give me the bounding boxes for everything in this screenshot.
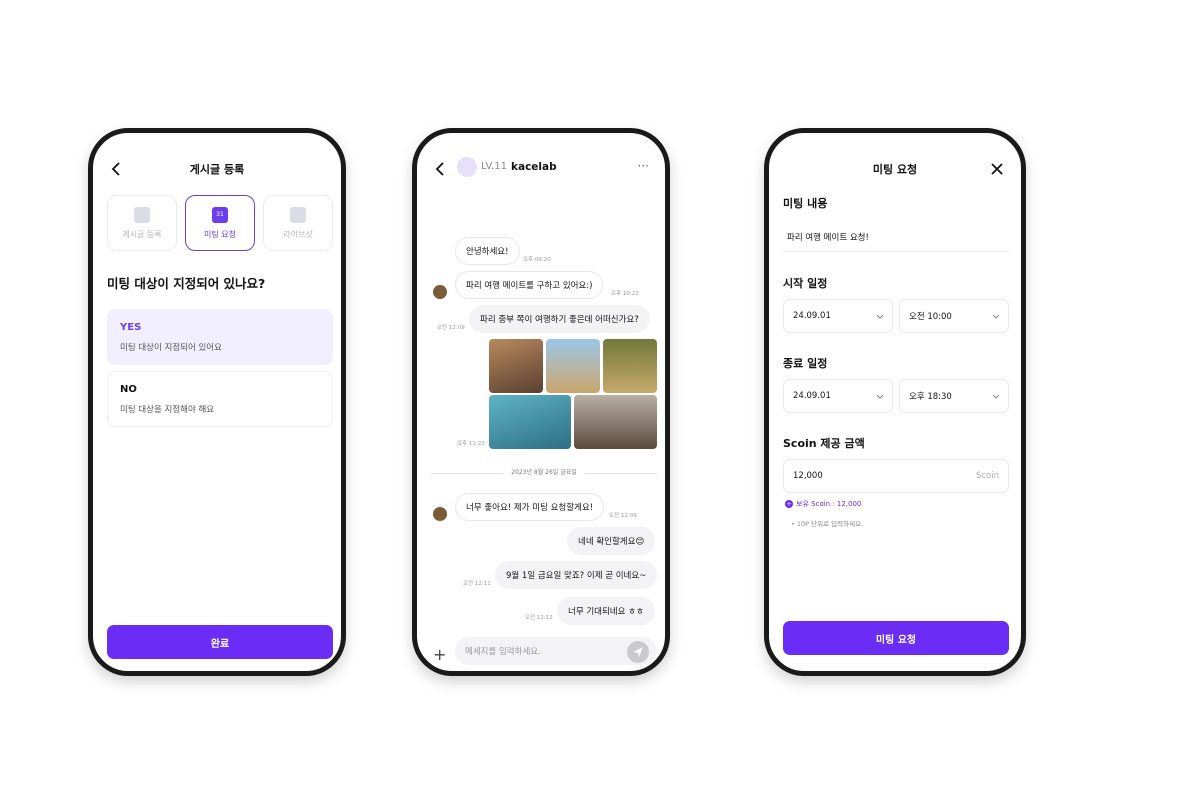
phone-meeting-request: 미팅 요청 미팅 내용 파리 여행 메이트 요청! 시작 일정 24.09.01…	[764, 128, 1026, 676]
end-time-select[interactable]: 오후 18:30	[899, 379, 1009, 413]
edit-icon	[134, 206, 150, 223]
page-title: 미팅 요청	[872, 163, 918, 176]
avatar[interactable]	[457, 157, 477, 177]
page-title: 게시글 등록	[189, 163, 245, 176]
option-no[interactable]: NO 미팅 대상을 지정해야 해요	[107, 371, 333, 427]
option-title: NO	[120, 384, 137, 395]
option-desc: 미팅 대상이 지정되어 있어요	[120, 343, 222, 353]
chevron-down-icon	[876, 314, 884, 319]
scoin-input[interactable]: 12,000 Scoin	[783, 459, 1009, 493]
tab-label: 라이브샷	[283, 229, 313, 239]
question: 미팅 대상이 지정되어 있나요?	[107, 276, 266, 291]
done-button[interactable]: 완료	[107, 625, 333, 659]
photo-picnic[interactable]	[603, 339, 657, 393]
send-button[interactable]	[627, 641, 649, 663]
phone-post-register: 게시글 등록 게시글 등록 31 미팅 요청 라이브샷 미팅 대상이 지정되어 …	[88, 128, 346, 676]
back-icon[interactable]	[431, 159, 451, 179]
select-value: 24.09.01	[793, 391, 831, 401]
message-time: 오후 09:20	[523, 257, 551, 263]
scoin-unit: Scoin	[975, 471, 999, 481]
end-label: 종료 일정	[783, 357, 828, 370]
message-bubble: 너무 기대되네요 ㅎㅎ	[557, 597, 655, 625]
photo-eiffel[interactable]	[546, 339, 600, 393]
user-level: LV.11	[481, 161, 507, 172]
message-time: 오후 10:22	[611, 291, 639, 297]
tab-label: 게시글 등록	[122, 229, 162, 239]
message-bubble: 파리 중부 쪽이 여행하기 좋은데 어떠신가요?	[469, 305, 650, 333]
message-time: 오후 11:23	[457, 441, 485, 447]
divider	[783, 251, 1009, 252]
select-value: 24.09.01	[793, 311, 831, 321]
photo-traveler[interactable]	[574, 395, 657, 449]
chevron-down-icon	[876, 394, 884, 399]
type-tabs: 게시글 등록 31 미팅 요청 라이브샷	[107, 195, 333, 251]
end-date-select[interactable]: 24.09.01	[783, 379, 893, 413]
date-label: 2023년 8월 26일 금요일	[503, 467, 585, 476]
message-bubble: 9월 1일 금요일 맞죠? 이제 곧 이네요~	[495, 561, 658, 589]
photo-coast[interactable]	[489, 395, 571, 449]
option-title: YES	[120, 322, 142, 333]
tab-label: 미팅 요청	[204, 229, 236, 239]
message-bubble: 네네 확인할게요😊	[567, 527, 656, 555]
option-yes[interactable]: YES 미팅 대상이 지정되어 있어요	[107, 309, 333, 365]
chevron-down-icon	[992, 394, 1000, 399]
photo-street[interactable]	[489, 339, 543, 393]
send-icon	[633, 647, 643, 657]
avatar	[433, 285, 447, 299]
username: kacelab	[511, 161, 557, 173]
close-icon[interactable]	[987, 159, 1007, 179]
scoin-value: 12,000	[793, 471, 823, 481]
tab-post[interactable]: 게시글 등록	[107, 195, 177, 251]
camera-icon	[290, 206, 306, 223]
date-divider: 2023년 8월 26일 금요일	[431, 467, 657, 479]
chevron-down-icon	[992, 314, 1000, 319]
start-date-select[interactable]: 24.09.01	[783, 299, 893, 333]
plus-icon[interactable]: +	[433, 645, 446, 664]
message-time: 오전 12:12	[525, 615, 553, 621]
avatar	[433, 507, 447, 521]
owned-scoin: + 보유 Scoin : 12,000	[785, 499, 861, 509]
message-bubble: 너무 좋아요! 제가 미팅 요청할게요!	[455, 493, 605, 521]
start-label: 시작 일정	[783, 277, 828, 290]
plus-circle-icon: +	[785, 500, 793, 508]
scoin-label: Scoin 제공 금액	[783, 437, 865, 450]
message-bubble: 안녕하세요!	[455, 237, 520, 265]
message-bubble: 파리 여행 메이트를 구하고 있어요:)	[455, 271, 604, 299]
meeting-request-button[interactable]: 미팅 요청	[783, 621, 1009, 655]
owned-text: 보유 Scoin : 12,000	[796, 500, 862, 508]
content-label: 미팅 내용	[783, 197, 828, 210]
content-input[interactable]: 파리 여행 메이트 요청!	[787, 231, 869, 243]
select-value: 오후 18:30	[909, 392, 952, 402]
tab-liveshot[interactable]: 라이브샷	[263, 195, 333, 251]
calendar-icon: 31	[212, 206, 228, 223]
start-time-select[interactable]: 오전 10:00	[899, 299, 1009, 333]
hint-text: • 10P 단위로 입력하세요.	[791, 520, 864, 528]
message-time: 오전 12:09	[609, 513, 637, 519]
more-icon[interactable]: ···	[638, 159, 649, 173]
option-desc: 미팅 대상을 지정해야 해요	[120, 405, 215, 415]
message-time: 오전 12:09	[437, 325, 465, 331]
phone-chat: LV.11 kacelab ··· 안녕하세요! 오후 09:20 파리 여행 …	[412, 128, 670, 676]
tab-meeting[interactable]: 31 미팅 요청	[185, 195, 255, 251]
select-value: 오전 10:00	[909, 312, 952, 322]
message-time: 오전 12:11	[463, 581, 491, 587]
